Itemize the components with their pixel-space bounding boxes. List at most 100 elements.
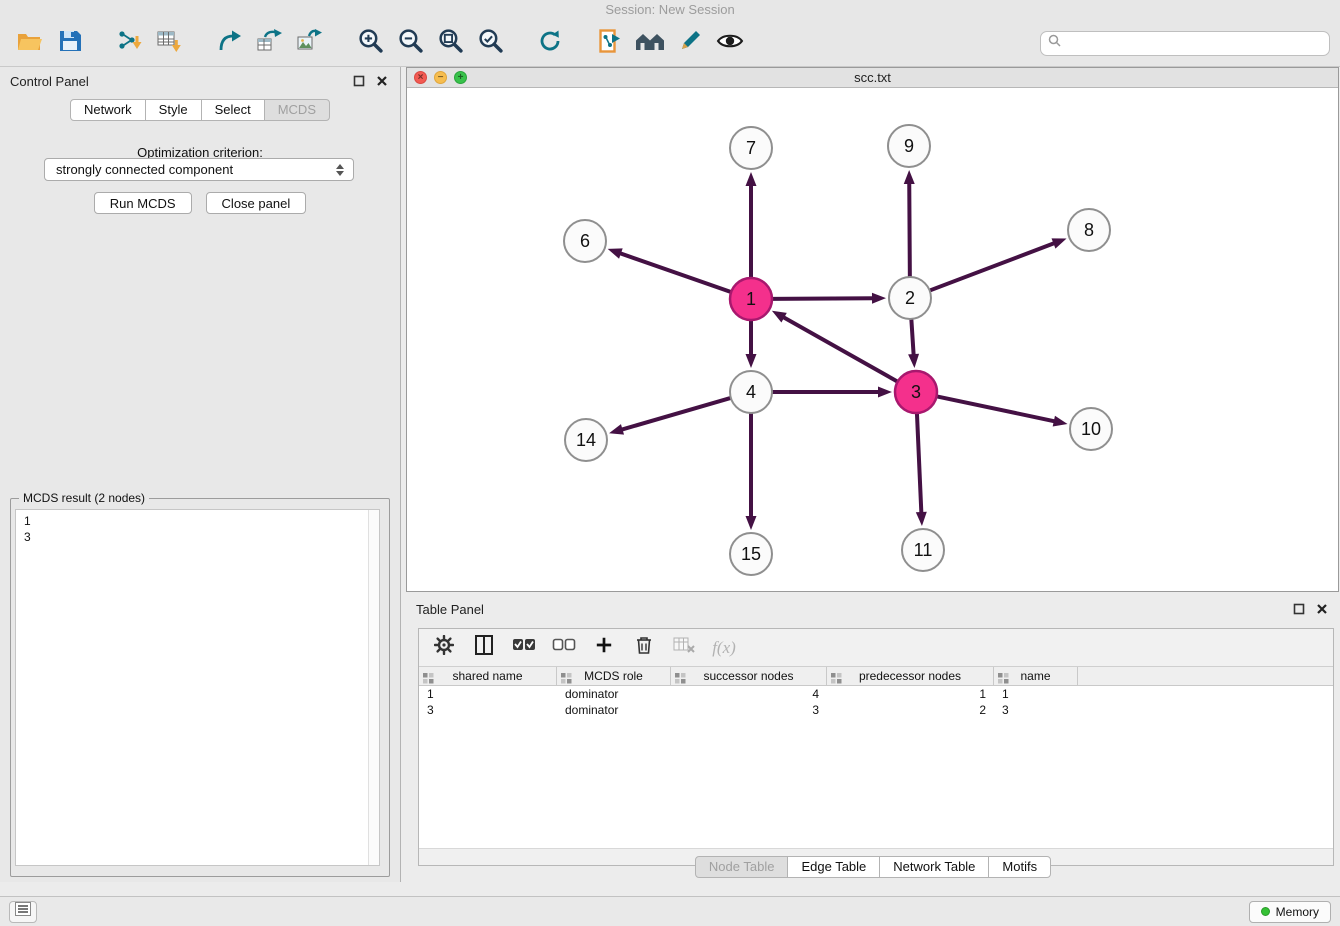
mcds-result-title: MCDS result (2 nodes) bbox=[19, 491, 149, 505]
graph-edge-2-9[interactable] bbox=[904, 170, 915, 276]
graph-node-6[interactable]: 6 bbox=[564, 220, 606, 262]
run-mcds-button[interactable]: Run MCDS bbox=[94, 192, 192, 214]
window-close-icon[interactable]: × bbox=[414, 71, 427, 84]
close-table-panel-icon[interactable] bbox=[1314, 601, 1330, 617]
table-tab-edge-table[interactable]: Edge Table bbox=[787, 856, 880, 878]
zoom-fit-button[interactable] bbox=[430, 24, 470, 62]
graph-edge-1-4[interactable] bbox=[746, 321, 757, 368]
window-zoom-icon[interactable]: + bbox=[454, 71, 467, 84]
graph-edge-3-11[interactable] bbox=[916, 414, 927, 526]
search-box[interactable] bbox=[1040, 31, 1330, 56]
graph-edge-3-10[interactable] bbox=[938, 397, 1068, 427]
svg-text:4: 4 bbox=[746, 382, 756, 402]
table-row[interactable]: 1dominator411 bbox=[419, 686, 1333, 702]
delete-column-icon bbox=[635, 635, 653, 660]
graph-node-14[interactable]: 14 bbox=[565, 419, 607, 461]
cell-successor-nodes: 3 bbox=[671, 702, 827, 718]
settings-button[interactable] bbox=[431, 635, 457, 661]
apply-style-button[interactable] bbox=[670, 24, 710, 62]
graph-edge-1-7[interactable] bbox=[746, 172, 757, 277]
float-table-panel-icon[interactable] bbox=[1291, 601, 1307, 617]
graph-edge-3-1[interactable] bbox=[772, 311, 897, 381]
add-column-button[interactable] bbox=[591, 635, 617, 661]
graph-node-2[interactable]: 2 bbox=[889, 277, 931, 319]
table-panel-title: Table Panel bbox=[416, 602, 484, 617]
control-tab-network[interactable]: Network bbox=[70, 99, 146, 121]
import-table-button[interactable] bbox=[150, 24, 190, 62]
column-header-successor-nodes[interactable]: successor nodes bbox=[671, 667, 827, 685]
zoom-in-button[interactable] bbox=[350, 24, 390, 62]
column-header-label: MCDS role bbox=[584, 669, 643, 683]
control-tab-select[interactable]: Select bbox=[201, 99, 265, 121]
optimization-select[interactable]: strongly connected component bbox=[44, 158, 354, 181]
mcds-buttons-row: Run MCDS Close panel bbox=[0, 192, 400, 214]
svg-text:3: 3 bbox=[911, 382, 921, 402]
toolbar-group bbox=[530, 24, 570, 62]
close-panel-icon[interactable] bbox=[374, 73, 390, 89]
network-canvas[interactable]: 7 9 6 8 1 2 4 3 14 10 15 11 bbox=[407, 88, 1338, 591]
window-minimize-icon[interactable]: − bbox=[434, 71, 447, 84]
svg-text:10: 10 bbox=[1081, 419, 1101, 439]
save-session-button[interactable] bbox=[50, 24, 90, 62]
graph-node-3[interactable]: 3 bbox=[895, 371, 937, 413]
table-tab-motifs[interactable]: Motifs bbox=[988, 856, 1051, 878]
table-tab-node-table[interactable]: Node Table bbox=[695, 856, 789, 878]
toolbar-group bbox=[10, 24, 90, 62]
graph-node-8[interactable]: 8 bbox=[1068, 209, 1110, 251]
mcds-result-area[interactable]: 13 bbox=[15, 509, 380, 866]
export-image-button[interactable] bbox=[290, 24, 330, 62]
zoom-selected-button[interactable] bbox=[470, 24, 510, 62]
graph-edge-2-8[interactable] bbox=[931, 238, 1067, 290]
graph-node-9[interactable]: 9 bbox=[888, 125, 930, 167]
graph-edge-4-14[interactable] bbox=[609, 398, 730, 435]
delete-column-button[interactable] bbox=[631, 635, 657, 661]
panels-menu-button[interactable] bbox=[9, 901, 37, 923]
column-header-shared-name[interactable]: shared name bbox=[419, 667, 557, 685]
column-header-mcds-role[interactable]: MCDS role bbox=[557, 667, 671, 685]
graph-node-7[interactable]: 7 bbox=[730, 127, 772, 169]
graph-node-1[interactable]: 1 bbox=[730, 278, 772, 320]
settings-icon bbox=[434, 635, 454, 660]
control-tab-mcds[interactable]: MCDS bbox=[264, 99, 330, 121]
graph-node-15[interactable]: 15 bbox=[730, 533, 772, 575]
table-tab-network-table[interactable]: Network Table bbox=[879, 856, 989, 878]
import-network-button[interactable] bbox=[110, 24, 150, 62]
column-header-label: predecessor nodes bbox=[859, 669, 961, 683]
graph-node-11[interactable]: 11 bbox=[902, 529, 944, 571]
select-all-button[interactable] bbox=[511, 635, 537, 661]
export-table-button[interactable] bbox=[250, 24, 290, 62]
column-header-predecessor-nodes[interactable]: predecessor nodes bbox=[827, 667, 994, 685]
table-row[interactable]: 3dominator323 bbox=[419, 702, 1333, 718]
export-network-button[interactable] bbox=[210, 24, 250, 62]
refresh-button[interactable] bbox=[530, 24, 570, 62]
column-header-name[interactable]: name bbox=[994, 667, 1078, 685]
float-panel-icon[interactable] bbox=[351, 73, 367, 89]
graph-edge-4-3[interactable] bbox=[773, 387, 892, 398]
save-session-icon bbox=[59, 30, 81, 57]
open-file-button[interactable] bbox=[10, 24, 50, 62]
select-all-icon bbox=[512, 638, 536, 657]
graph-node-4[interactable]: 4 bbox=[730, 371, 772, 413]
graph-edge-1-6[interactable] bbox=[608, 248, 731, 291]
control-tab-style[interactable]: Style bbox=[145, 99, 202, 121]
table-panel-header: Table Panel bbox=[406, 595, 1340, 623]
graph-edge-2-3[interactable] bbox=[908, 320, 919, 368]
graph-node-10[interactable]: 10 bbox=[1070, 408, 1112, 450]
zoom-out-button[interactable] bbox=[390, 24, 430, 62]
graph-edge-4-15[interactable] bbox=[746, 414, 757, 530]
graph-edge-1-2[interactable] bbox=[773, 293, 886, 304]
home-button[interactable] bbox=[630, 24, 670, 62]
search-input[interactable] bbox=[1066, 36, 1322, 51]
clear-selection-button[interactable] bbox=[551, 635, 577, 661]
svg-text:11: 11 bbox=[914, 540, 933, 560]
export-image-icon bbox=[297, 29, 323, 58]
export-table-icon bbox=[257, 29, 283, 58]
memory-button[interactable]: Memory bbox=[1249, 901, 1331, 923]
cell-predecessor-nodes: 1 bbox=[827, 686, 994, 702]
close-panel-button[interactable]: Close panel bbox=[206, 192, 307, 214]
export-network-icon bbox=[218, 29, 242, 58]
column-visibility-button[interactable] bbox=[471, 635, 497, 661]
result-scrollbar[interactable] bbox=[368, 510, 379, 865]
network-from-selection-button[interactable] bbox=[590, 24, 630, 62]
show-hide-graphics-button[interactable] bbox=[710, 24, 750, 62]
